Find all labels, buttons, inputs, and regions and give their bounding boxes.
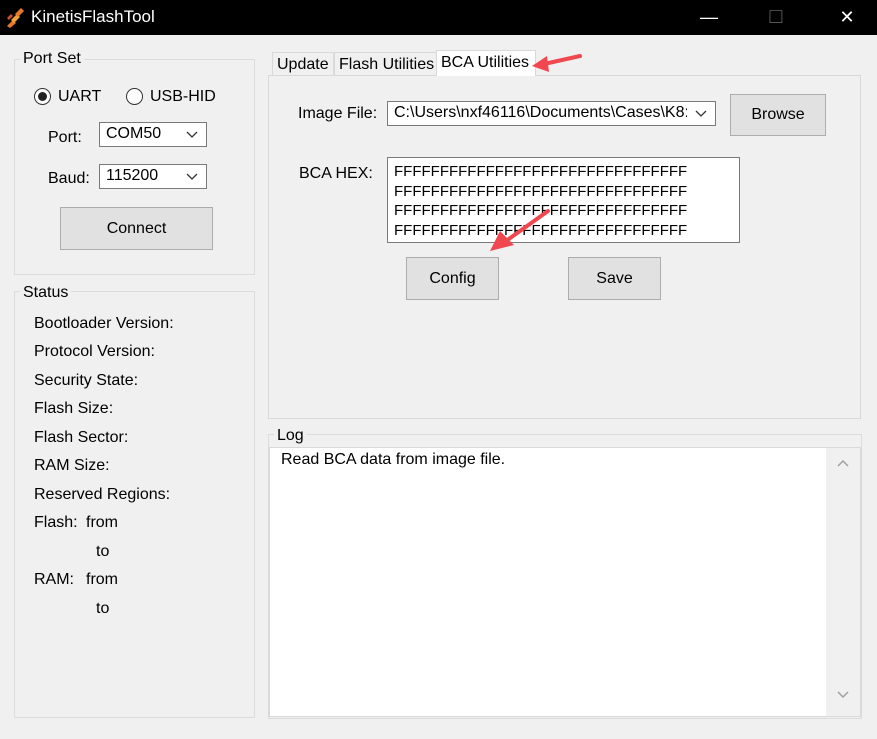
security-state-label: Security State: bbox=[34, 372, 139, 389]
chevron-down-icon bbox=[695, 110, 707, 117]
chevron-down-icon[interactable] bbox=[836, 688, 850, 702]
tab-bca-utilities[interactable]: BCA Utilities bbox=[436, 50, 536, 76]
flash-to-label: to bbox=[96, 543, 110, 560]
chevron-up-icon[interactable] bbox=[836, 456, 850, 470]
port-select[interactable]: COM50 bbox=[99, 122, 207, 147]
port-label: Port: bbox=[48, 129, 82, 146]
browse-button[interactable]: Browse bbox=[730, 94, 826, 136]
baud-label: Baud: bbox=[48, 170, 90, 187]
save-button[interactable]: Save bbox=[568, 257, 661, 300]
status-label: Status bbox=[20, 284, 72, 302]
port-set-label: Port Set bbox=[20, 50, 84, 68]
flash-sector-label: Flash Sector: bbox=[34, 429, 129, 446]
hex-line: FFFFFFFFFFFFFFFFFFFFFFFFFFFFFFFF bbox=[394, 163, 688, 180]
annotation-arrow-icon bbox=[532, 54, 582, 72]
reserved-regions-label: Reserved Regions: bbox=[34, 486, 171, 503]
baud-value: 115200 bbox=[106, 167, 159, 184]
hex-line: FFFFFFFFFFFFFFFFFFFFFFFFFFFFFFFF bbox=[394, 202, 688, 219]
uart-label: UART bbox=[58, 88, 102, 105]
bca-hex-textarea[interactable]: FFFFFFFFFFFFFFFFFFFFFFFFFFFFFFFF FFFFFFF… bbox=[387, 157, 740, 243]
ram-from-label: from bbox=[86, 571, 118, 588]
minimize-button[interactable]: — bbox=[686, 0, 732, 35]
log-textarea[interactable]: Read BCA data from image file. bbox=[269, 447, 861, 717]
bootloader-version-label: Bootloader Version: bbox=[34, 315, 174, 332]
maximize-button[interactable]: ☐ bbox=[753, 0, 799, 35]
flash-size-label: Flash Size: bbox=[34, 400, 114, 417]
log-label: Log bbox=[274, 427, 307, 445]
hex-line: FFFFFFFFFFFFFFFFFFFFFFFFFFFFFFFF bbox=[394, 221, 688, 239]
close-button[interactable]: ✕ bbox=[824, 0, 870, 35]
image-file-select[interactable]: C:\Users\nxf46116\Documents\Cases\K8: bbox=[387, 101, 716, 126]
window-title: KinetisFlashTool bbox=[31, 7, 155, 26]
hex-line: FFFFFFFFFFFFFFFFFFFFFFFFFFFFFFFF bbox=[394, 182, 688, 200]
usb-hid-radio[interactable] bbox=[126, 88, 143, 105]
flash-from-label: from bbox=[86, 514, 118, 531]
tab-update[interactable]: Update bbox=[272, 52, 334, 75]
flash-region-label: Flash: bbox=[34, 514, 78, 531]
port-value: COM50 bbox=[106, 125, 162, 142]
bca-hex-label: BCA HEX: bbox=[299, 165, 373, 182]
ram-region-label: RAM: bbox=[34, 571, 74, 588]
kinetis-logo-icon bbox=[7, 8, 24, 28]
config-button[interactable]: Config bbox=[406, 257, 499, 300]
ram-to-label: to bbox=[96, 600, 110, 617]
connect-button[interactable]: Connect bbox=[60, 207, 213, 250]
log-text: Read BCA data from image file. bbox=[281, 451, 506, 468]
ram-size-label: RAM Size: bbox=[34, 457, 110, 474]
image-file-label: Image File: bbox=[298, 105, 378, 122]
baud-select[interactable]: 115200 bbox=[99, 164, 207, 189]
image-file-value: C:\Users\nxf46116\Documents\Cases\K8: bbox=[394, 104, 687, 121]
uart-radio[interactable] bbox=[34, 88, 51, 105]
protocol-version-label: Protocol Version: bbox=[34, 343, 155, 360]
tab-flash-utilities[interactable]: Flash Utilities bbox=[334, 52, 440, 75]
usb-hid-label: USB-HID bbox=[150, 88, 216, 105]
log-scrollbar[interactable] bbox=[826, 448, 860, 716]
title-bar: KinetisFlashTool — ☐ ✕ bbox=[0, 0, 877, 35]
annotation-arrow-icon bbox=[490, 209, 550, 251]
chevron-down-icon bbox=[186, 173, 198, 180]
chevron-down-icon bbox=[186, 131, 198, 138]
